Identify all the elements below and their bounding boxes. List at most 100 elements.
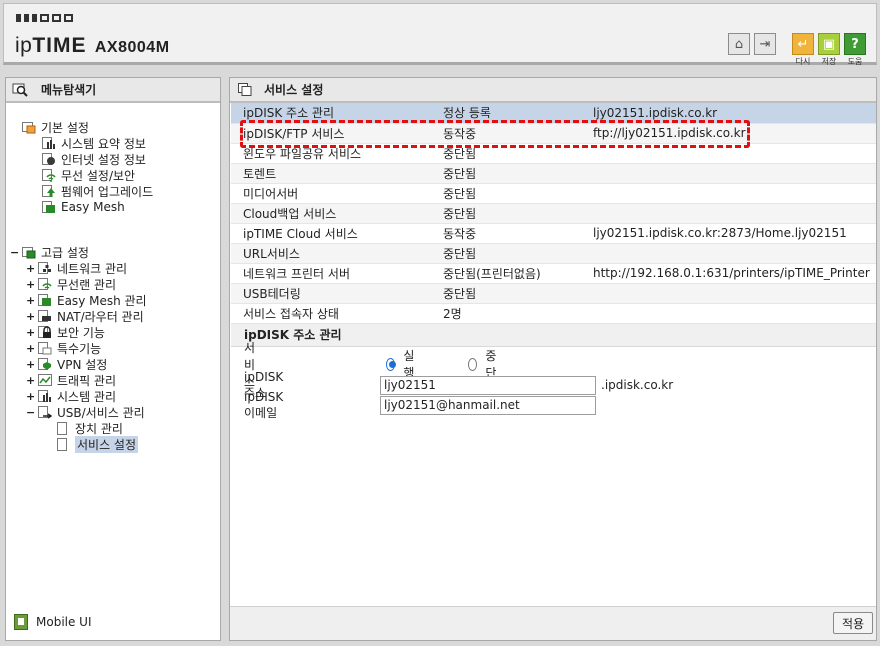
expand-icon[interactable]: + — [26, 390, 35, 403]
reload-icon[interactable]: ↵ — [792, 33, 814, 55]
service-row: 서비스 접속자 상태 2명 — [231, 303, 876, 324]
tree-item-special[interactable]: + 특수기능 — [26, 340, 101, 356]
service-row: 토렌트 중단됨 — [231, 163, 876, 184]
service-info — [581, 303, 876, 324]
expand-icon[interactable]: + — [26, 326, 35, 339]
service-info — [581, 143, 876, 164]
logout-icon[interactable]: ⇥ — [754, 33, 776, 55]
tree-item-device-manage[interactable]: 장치 관리 — [56, 420, 123, 436]
expand-icon[interactable]: + — [26, 374, 35, 387]
tree-item-nat-router[interactable]: + NAT/라우터 관리 — [26, 308, 144, 324]
service-name: Cloud백업 서비스 — [231, 203, 431, 224]
domain-suffix: .ipdisk.co.kr — [601, 378, 674, 392]
ipdisk-address-input[interactable]: ljy02151 — [380, 375, 596, 395]
tree-item-traffic[interactable]: + 트래픽 관리 — [26, 372, 116, 388]
header: ipTIME AX8004M ⌂ ⇥ ↵ 다시 ▣ 저장 ? 도움 — [3, 3, 877, 66]
service-info — [581, 283, 876, 304]
service-name: 서비스 접속자 상태 — [231, 303, 431, 324]
radio-stop-button[interactable] — [468, 357, 478, 371]
ipdisk-email-input[interactable]: ljy02151@hanmail.net — [380, 395, 596, 415]
service-row: ipDISK 주소 관리 정상 등록 ljy02151.ipdisk.co.kr — [231, 103, 876, 124]
home-icon[interactable]: ⌂ — [728, 33, 750, 55]
service-name: 네트워크 프린터 서버 — [231, 263, 431, 284]
vpn-icon — [38, 357, 51, 370]
service-table: ipDISK 주소 관리 정상 등록 ljy02151.ipdisk.co.kr ip… — [231, 103, 876, 324]
expand-icon[interactable]: + — [26, 262, 35, 275]
tree-item-system[interactable]: + 시스템 관리 — [26, 388, 116, 404]
service-row: 미디어서버 중단됨 — [231, 183, 876, 204]
service-row: Cloud백업 서비스 중단됨 — [231, 203, 876, 224]
tree-item-easy-mesh-admin[interactable]: + Easy Mesh 관리 — [26, 292, 147, 308]
service-name: ipTIME Cloud 서비스 — [231, 223, 431, 244]
expand-icon[interactable]: + — [26, 342, 35, 355]
service-name: 토렌트 — [231, 163, 431, 184]
help-icon[interactable]: ? — [844, 33, 866, 55]
usb-icon — [38, 405, 52, 419]
collapse-icon[interactable]: − — [26, 406, 35, 419]
tree-advanced-settings[interactable]: − 고급 설정 — [10, 244, 89, 260]
service-status: 중단됨 — [431, 163, 581, 184]
save-label: 저장 — [821, 57, 837, 66]
expand-icon[interactable]: + — [26, 358, 35, 371]
service-settings-panel: 서비스 설정 ipDISK 주소 관리 정상 등록 ljy02151.ipdisk.… — [229, 77, 877, 641]
tree-item-usb-service[interactable]: − USB/서비스 관리 — [26, 404, 145, 420]
tree-item-vpn[interactable]: + VPN 설정 — [26, 356, 107, 372]
mesh-icon — [42, 200, 55, 213]
service-info — [581, 183, 876, 204]
mobile-ui-link[interactable]: Mobile UI — [14, 614, 92, 630]
save-icon[interactable]: ▣ — [818, 33, 840, 55]
chart-icon — [38, 389, 51, 402]
service-info — [581, 203, 876, 224]
brand-logo: ipTIME AX8004M — [15, 34, 170, 57]
menu-explorer: 메뉴탐색기 기본 설정 시스템 요약 정보 인터넷 설정 정보 무선 설정/보안… — [5, 77, 221, 641]
page-title: 서비스 설정 — [264, 83, 324, 97]
service-info — [581, 243, 876, 264]
wifi-icon — [38, 277, 52, 290]
service-name: USB테더링 — [231, 283, 431, 304]
special-icon — [38, 341, 52, 354]
service-info: ljy02151.ipdisk.co.kr — [581, 103, 876, 124]
service-name: ipDISK/FTP 서비스 — [231, 123, 431, 144]
service-status: 중단됨 — [431, 243, 581, 264]
collapse-icon[interactable]: − — [10, 246, 19, 259]
tree-item-system-summary[interactable]: 시스템 요약 정보 — [42, 135, 146, 151]
tree-item-wireless[interactable]: + 무선랜 관리 — [26, 276, 116, 292]
service-name: ipDISK 주소 관리 — [231, 103, 431, 124]
expand-icon[interactable]: + — [26, 294, 35, 307]
folder-icon — [22, 121, 36, 133]
footer-bar: 적용 — [230, 606, 876, 640]
router-icon — [38, 309, 51, 322]
service-info: http://192.168.0.1:631/printers/ipTIME_P… — [581, 263, 876, 284]
service-row: 네트워크 프린터 서버 중단됨(프린터없음) http://192.168.0.1:… — [231, 263, 876, 284]
logo-mark — [16, 14, 73, 22]
service-info: ftp://ljy02151.ipdisk.co.kr — [581, 123, 876, 144]
service-name: 미디어서버 — [231, 183, 431, 204]
expand-icon[interactable]: + — [26, 310, 35, 323]
service-info — [581, 163, 876, 184]
tree-item-firmware-upgrade[interactable]: 펌웨어 업그레이드 — [42, 183, 153, 199]
tree-item-security[interactable]: + 보안 기능 — [26, 324, 105, 340]
service-row: 윈도우 파일공유 서비스 중단됨 — [231, 143, 876, 164]
tree-item-internet-info[interactable]: 인터넷 설정 정보 — [42, 151, 146, 167]
tree-item-easy-mesh[interactable]: Easy Mesh — [42, 199, 125, 215]
tree-item-service-settings[interactable]: 서비스 설정 — [56, 435, 139, 453]
tree-item-network[interactable]: + 네트워크 관리 — [26, 260, 127, 276]
model-name: AX8004M — [94, 39, 170, 56]
service-row: USB테더링 중단됨 — [231, 283, 876, 304]
service-name: URL서비스 — [231, 243, 431, 264]
radio-run-button[interactable] — [386, 357, 397, 371]
service-status: 중단됨 — [431, 203, 581, 224]
service-status: 2명 — [431, 303, 581, 324]
mobile-icon — [14, 614, 28, 630]
tree-basic-settings[interactable]: 기본 설정 — [22, 119, 89, 135]
globe-icon — [42, 152, 55, 165]
expand-icon[interactable]: + — [26, 278, 35, 291]
service-status: 중단됨(프린터없음) — [431, 263, 581, 284]
service-status: 동작중 — [431, 223, 581, 244]
reload-label: 다시 — [795, 57, 811, 66]
help-label: 도움 — [847, 57, 863, 66]
service-status: 중단됨 — [431, 283, 581, 304]
tree-item-wireless-security[interactable]: 무선 설정/보안 — [42, 167, 135, 183]
search-folder-icon — [12, 83, 28, 97]
apply-button[interactable]: 적용 — [833, 612, 873, 634]
